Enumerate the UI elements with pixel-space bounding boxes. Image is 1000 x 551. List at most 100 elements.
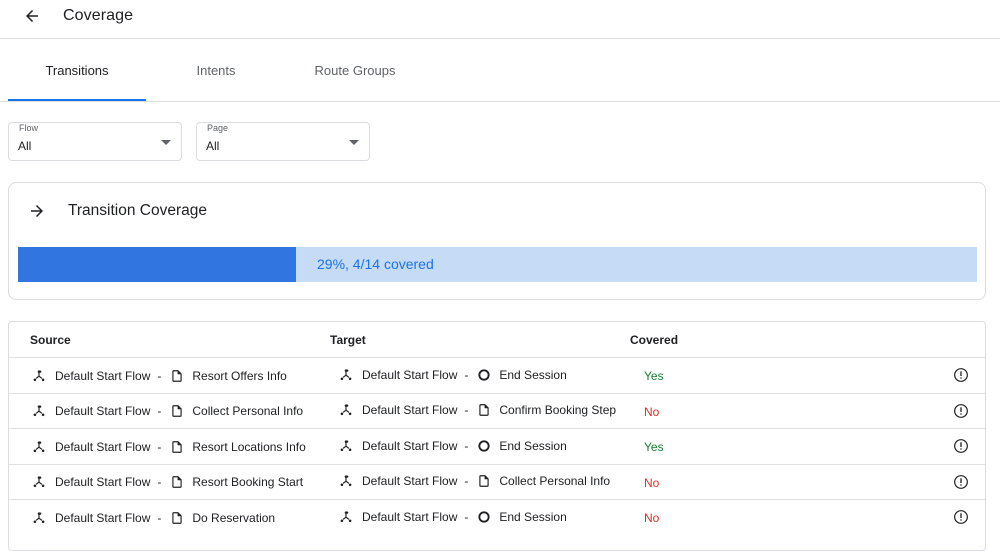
flow-icon xyxy=(32,369,46,383)
source-cell: Default Start Flow - Resort Offers Info xyxy=(32,358,287,393)
back-button[interactable] xyxy=(20,6,44,30)
coverage-summary: 29%, 4/14 covered xyxy=(317,256,434,272)
coverage-progress-bar: 29%, 4/14 covered xyxy=(18,247,977,282)
target-page: End Session xyxy=(499,367,567,382)
info-icon[interactable] xyxy=(953,403,969,419)
separator: - xyxy=(157,475,162,489)
column-header-target: Target xyxy=(330,333,366,347)
page-select[interactable]: Page All xyxy=(196,122,370,161)
flow-icon xyxy=(339,368,353,382)
separator: - xyxy=(157,368,162,383)
info-icon[interactable] xyxy=(953,474,969,490)
target-cell: Default Start Flow - End Session xyxy=(339,357,567,392)
coverage-title: Transition Coverage xyxy=(68,202,207,219)
source-page: Resort Offers Info xyxy=(192,368,287,383)
page-icon xyxy=(170,369,184,383)
end-session-icon xyxy=(477,368,491,382)
source-page: Resort Locations Info xyxy=(192,439,306,454)
flow-icon xyxy=(32,475,46,489)
flow-icon xyxy=(32,440,46,454)
coverage-progress-fill xyxy=(18,247,296,282)
flow-icon xyxy=(339,439,353,453)
table-row[interactable]: Default Start Flow - Do Reservation Default… xyxy=(9,499,985,535)
target-cell: Default Start Flow - End Session xyxy=(339,499,567,534)
source-flow: Default Start Flow xyxy=(55,404,151,418)
source-page: Collect Personal Info xyxy=(192,404,304,418)
source-cell: Default Start Flow - Do Reservation xyxy=(32,500,275,535)
flow-icon xyxy=(32,404,46,418)
separator: - xyxy=(464,367,469,382)
source-flow: Default Start Flow xyxy=(55,475,151,489)
source-flow: Default Start Flow xyxy=(55,368,151,383)
transitions-table: Source Target Covered Default Start Flow… xyxy=(8,321,986,551)
source-page: Do Reservation xyxy=(192,510,276,525)
target-flow: Default Start Flow xyxy=(362,474,458,488)
flow-icon xyxy=(339,403,353,417)
covered-status: Yes xyxy=(644,440,664,454)
tab-route-groups[interactable]: Route Groups xyxy=(286,39,424,101)
target-cell: Default Start Flow - Confirm Booking Step xyxy=(339,393,616,428)
info-icon[interactable] xyxy=(953,367,969,383)
tab-intents[interactable]: Intents xyxy=(147,39,285,101)
page-icon xyxy=(170,404,184,418)
arrow-forward-icon xyxy=(28,202,46,220)
table-row[interactable]: Default Start Flow - Resort Offers Info Def… xyxy=(9,357,985,393)
covered-status: No xyxy=(644,475,660,490)
page-icon xyxy=(170,511,184,525)
page-icon xyxy=(477,403,491,417)
covered-status: No xyxy=(644,404,660,419)
separator: - xyxy=(464,474,469,488)
flow-select-label: Flow xyxy=(18,123,40,133)
tab-bar: Transitions Intents Route Groups xyxy=(0,39,1000,102)
end-session-icon xyxy=(477,510,491,524)
column-header-source: Source xyxy=(30,333,71,347)
separator: - xyxy=(464,438,469,453)
target-flow: Default Start Flow xyxy=(362,367,458,382)
target-page: Collect Personal Info xyxy=(499,474,611,488)
flow-select[interactable]: Flow All xyxy=(8,122,182,161)
target-cell: Default Start Flow - Collect Personal Info xyxy=(339,464,610,499)
tab-transitions[interactable]: Transitions xyxy=(8,39,146,101)
target-page: Confirm Booking Step xyxy=(499,403,617,417)
source-flow: Default Start Flow xyxy=(55,439,151,454)
page-select-label: Page xyxy=(206,123,230,133)
flow-icon xyxy=(339,510,353,524)
separator: - xyxy=(464,509,469,524)
target-cell: Default Start Flow - End Session xyxy=(339,428,567,463)
source-cell: Default Start Flow - Resort Booking Start xyxy=(32,465,303,500)
info-icon[interactable] xyxy=(953,438,969,454)
dropdown-arrow-icon xyxy=(161,140,171,145)
flow-icon xyxy=(339,474,353,488)
arrow-back-icon xyxy=(23,7,41,30)
active-tab-indicator xyxy=(8,99,146,101)
table-row[interactable]: Default Start Flow - Collect Personal Info… xyxy=(9,392,985,429)
dropdown-arrow-icon xyxy=(349,140,359,145)
page-icon xyxy=(477,474,491,488)
top-app-bar: Coverage xyxy=(0,0,1000,39)
source-cell: Default Start Flow - Collect Personal Info xyxy=(32,394,303,429)
target-flow: Default Start Flow xyxy=(362,438,458,453)
transition-coverage-card: Transition Coverage 29%, 4/14 covered xyxy=(8,182,986,300)
column-header-covered: Covered xyxy=(630,333,679,347)
separator: - xyxy=(157,439,162,454)
source-cell: Default Start Flow - Resort Locations Info xyxy=(32,429,306,464)
target-page: End Session xyxy=(499,509,567,524)
page-icon xyxy=(170,475,184,489)
flow-select-value: All xyxy=(18,139,32,153)
covered-status: No xyxy=(644,511,660,525)
separator: - xyxy=(157,510,162,525)
table-row[interactable]: Default Start Flow - Resort Locations Info… xyxy=(9,428,985,464)
page-select-value: All xyxy=(206,139,220,153)
source-page: Resort Booking Start xyxy=(192,475,304,489)
separator: - xyxy=(157,404,162,418)
page-icon xyxy=(170,440,184,454)
table-row[interactable]: Default Start Flow - Resort Booking Start D… xyxy=(9,463,985,500)
end-session-icon xyxy=(477,439,491,453)
target-page: End Session xyxy=(499,438,567,453)
separator: - xyxy=(464,403,469,417)
covered-status: Yes xyxy=(644,369,664,383)
flow-icon xyxy=(32,511,46,525)
target-flow: Default Start Flow xyxy=(362,509,458,524)
source-flow: Default Start Flow xyxy=(55,510,151,525)
info-icon[interactable] xyxy=(953,509,969,525)
